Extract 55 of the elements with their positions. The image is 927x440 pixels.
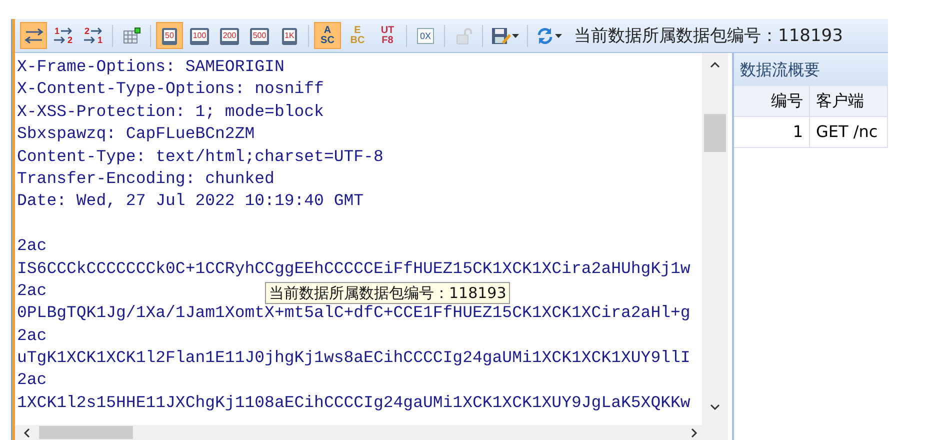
vertical-scrollbar[interactable] <box>702 53 728 425</box>
hex-label: 0X <box>416 28 434 44</box>
table-cell: 1 <box>734 117 810 148</box>
order-number: 1 <box>97 36 102 44</box>
encoding-label: E BC <box>350 26 365 46</box>
text-line: 2ac <box>17 235 47 258</box>
count-button[interactable]: 500 <box>246 22 273 49</box>
scrollbar-thumb[interactable] <box>39 426 133 439</box>
order-number: 2 <box>84 26 90 36</box>
order-number: 2 <box>67 36 72 44</box>
count-label: 1K <box>282 28 298 43</box>
text-line: Content-Type: text/html;charset=UTF-8 <box>17 146 384 168</box>
tooltip: 当前数据所属数据包编号：118193 <box>265 282 510 304</box>
scrollbar-thumb[interactable] <box>704 114 726 152</box>
table-icon <box>122 26 142 44</box>
text-line: X-Content-Type-Options: nosniff <box>17 78 324 100</box>
order-button[interactable]: 1 2 <box>50 22 77 49</box>
text-line: 0PLBgTQK1Jg/1Xa/1Jam1XomtX+mt5alC+dfC+CCE1FfHUEZ15CK1XCK1XCira2aHl+g <box>17 302 690 324</box>
count-label: 50 <box>162 28 177 43</box>
count-button[interactable]: 50 <box>156 22 183 49</box>
swap-arrows-icon <box>24 26 44 44</box>
text-line: X-XSS-Protection: 1; mode=block <box>17 100 324 123</box>
order-number: 1 <box>54 26 60 36</box>
text-line: Transfer-Encoding: chunked <box>17 168 274 190</box>
text-line: X-Frame-Options: SAMEORIGIN <box>17 56 284 78</box>
text-line: 1XCK1l2s15HHE11JXChgKj1108aECihCCCCIg24gaUMi1XCK1XCK1XUY9JgLaK5XQKKw <box>17 392 690 414</box>
horizontal-scrollbar[interactable] <box>15 425 728 440</box>
order-button[interactable]: 2 1 <box>80 22 107 49</box>
text-line: Date: Wed, 27 Jul 2022 10:19:40 GMT <box>17 190 364 212</box>
encoding-label: A SC <box>320 26 334 46</box>
encoding-button[interactable]: A SC <box>314 22 341 49</box>
hex-button[interactable]: 0X <box>412 22 439 49</box>
column-header[interactable]: 客户端 <box>810 86 888 117</box>
count-button[interactable]: 200 <box>216 22 243 49</box>
text-line: 2ac <box>17 324 47 347</box>
panel-title: 数据流概要 <box>734 53 888 86</box>
table-cell: GET /nc <box>810 117 888 148</box>
packet-number-label: 当前数据所属数据包编号：118193 <box>574 25 843 47</box>
text-line: Sbxspawzq: CapFLueBCn2ZM <box>17 123 255 146</box>
count-label: 100 <box>190 28 210 43</box>
count-button[interactable]: 100 <box>186 22 213 49</box>
lock-icon <box>454 26 474 44</box>
encoding-label: UT F8 <box>380 26 394 46</box>
text-line: 2ac <box>17 280 47 302</box>
count-button[interactable]: 1K <box>276 22 303 49</box>
text-line: uTgK1XCK1XCK1l2Flan1E11J0jhgKj1ws8aECihCCCCIg24gaUMi1XCK1XCK1XUY9llI <box>17 347 690 370</box>
count-label: 200 <box>220 28 240 43</box>
count-label: 500 <box>250 28 270 43</box>
text-line: 2ac <box>17 369 47 392</box>
encoding-button[interactable]: UT F8 <box>374 22 401 49</box>
refresh-icon <box>536 26 554 44</box>
floppy-icon <box>491 26 511 44</box>
column-header[interactable]: 编号 <box>734 86 810 117</box>
text-line: IS6CCCkCCCCCCCk0C+1CCRyhCCggEEhCCCCCEiFfHUEZ15CK1XCK1XCira2aHUhgKj1w <box>17 258 690 280</box>
swap-arrows-button[interactable] <box>20 22 47 49</box>
